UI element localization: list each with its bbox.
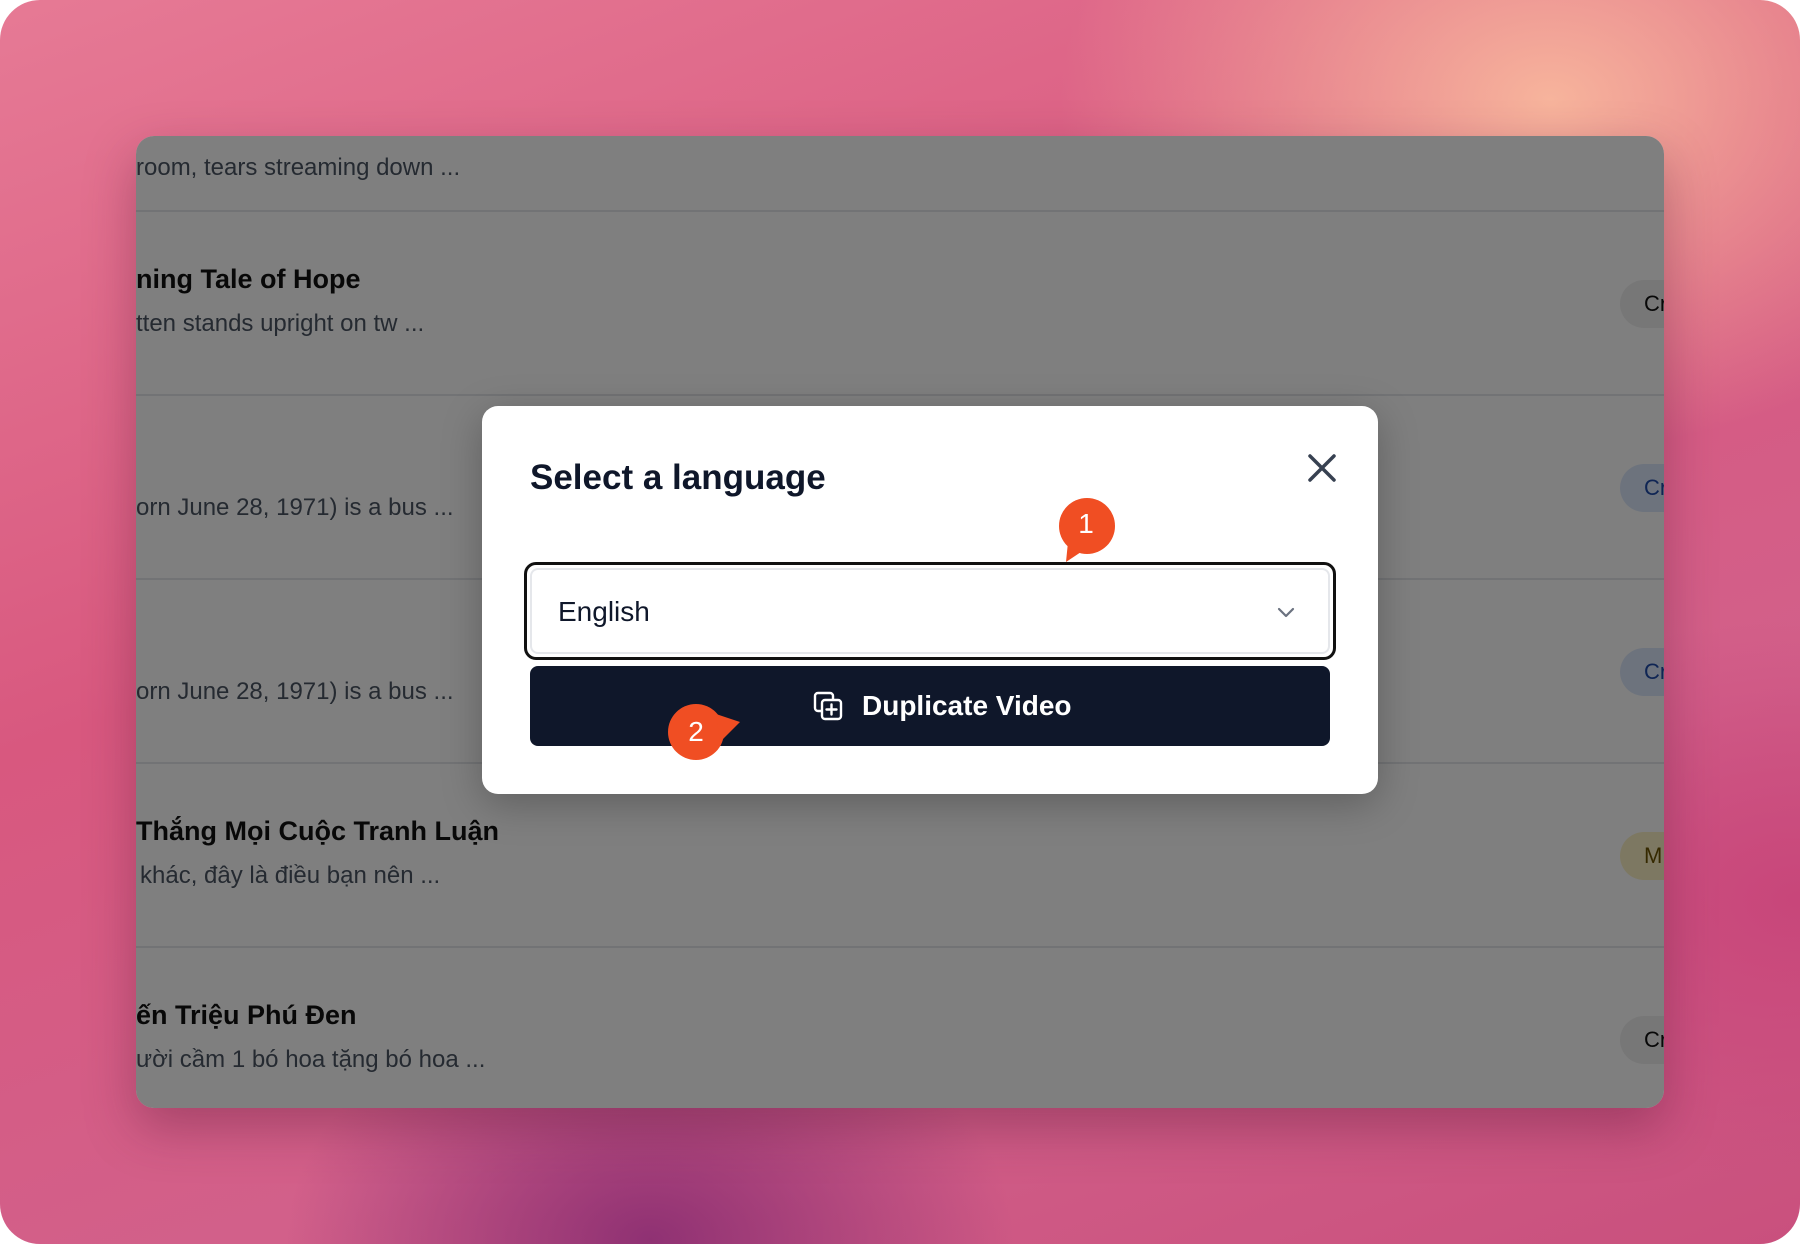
annotation-marker-2: 2: [668, 702, 740, 760]
marker-number: 2: [688, 716, 704, 747]
language-select[interactable]: English: [530, 568, 1330, 654]
language-select-value: English: [558, 596, 650, 627]
close-icon: [1308, 454, 1336, 482]
language-dialog: Select a language English Duplicate Vide…: [482, 406, 1378, 794]
close-button[interactable]: [1298, 444, 1346, 492]
duplicate-icon: [813, 691, 843, 721]
duplicate-video-button[interactable]: Duplicate Video: [530, 666, 1330, 746]
duplicate-video-label: Duplicate Video: [862, 690, 1072, 721]
annotation-marker-1: 1: [1058, 498, 1116, 562]
desktop-background: room, tears streaming down ... ning Tale…: [0, 0, 1800, 1244]
chevron-down-icon: [1277, 607, 1295, 618]
marker-number: 1: [1078, 508, 1094, 539]
dialog-title: Select a language: [530, 458, 826, 497]
